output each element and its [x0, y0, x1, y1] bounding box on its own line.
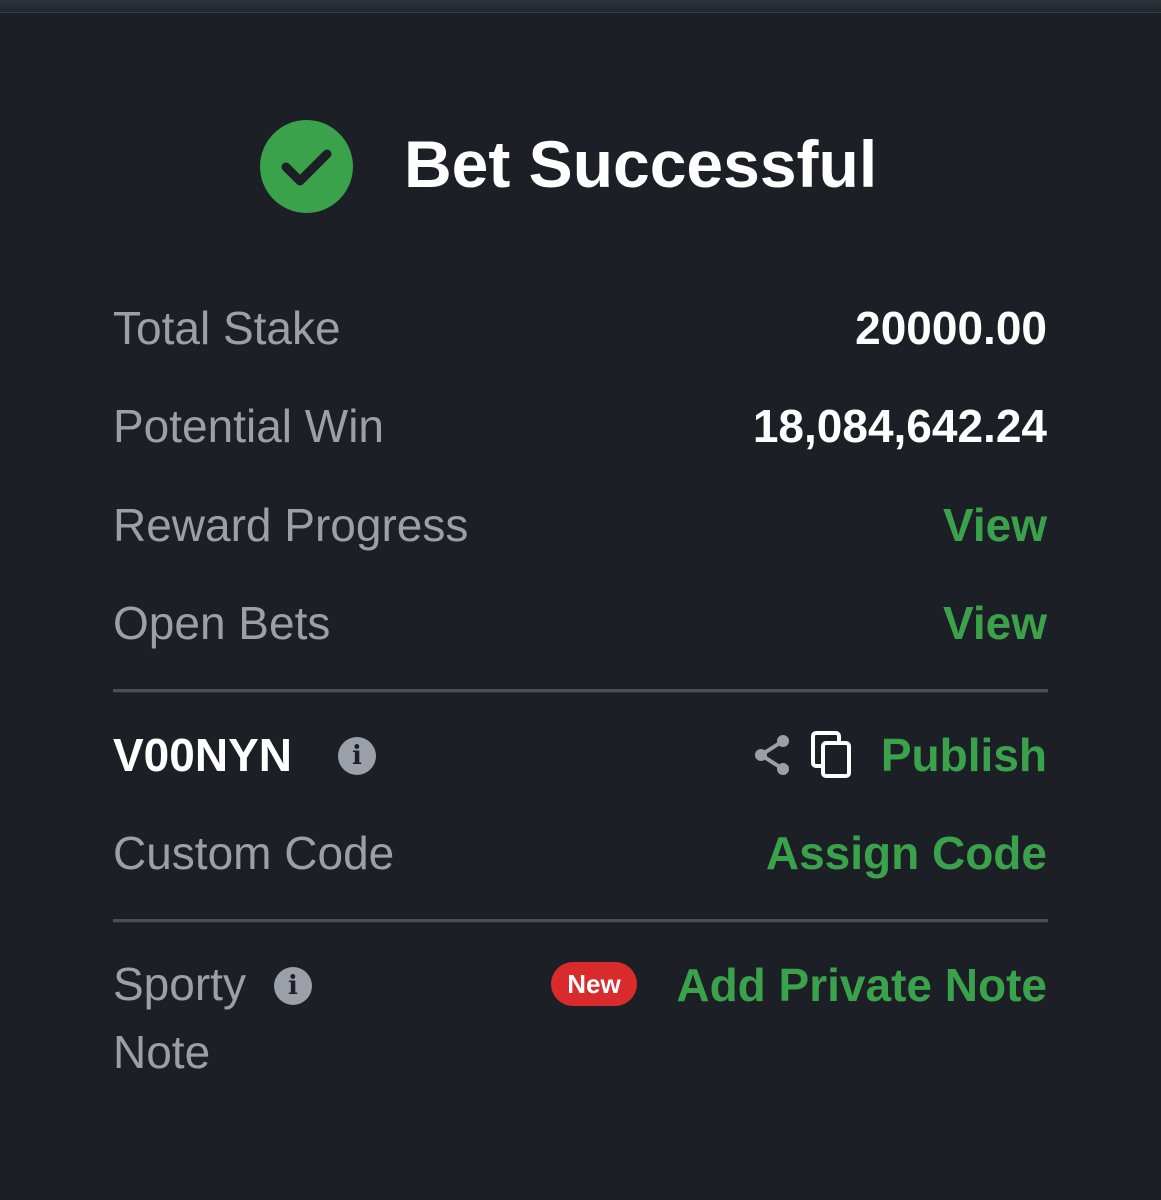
booking-code-row: V00NYN i Publish [113, 725, 1047, 785]
open-bets-row: Open Bets View [113, 593, 1047, 653]
total-stake-row: Total Stake 20000.00 [113, 298, 1047, 358]
sporty-note-row: Sporty Note i New Add Private Note [113, 950, 1047, 1090]
info-icon[interactable]: i [338, 737, 376, 775]
publish-button[interactable]: Publish [881, 725, 1047, 785]
open-bets-view-link[interactable]: View [943, 593, 1047, 653]
custom-code-row: Custom Code Assign Code [113, 823, 1047, 883]
reward-progress-row: Reward Progress View [113, 495, 1047, 555]
page-title: Bet Successful [404, 127, 878, 201]
open-bets-label: Open Bets [113, 597, 331, 649]
potential-win-value: 18,084,642.24 [752, 400, 1047, 452]
potential-win-row: Potential Win 18,084,642.24 [113, 396, 1047, 456]
check-circle-icon [260, 120, 353, 213]
info-icon[interactable]: i [274, 967, 312, 1005]
share-icon[interactable] [752, 732, 792, 783]
top-bar [0, 0, 1161, 13]
bet-success-screen: Bet Successful Total Stake 20000.00 Pote… [0, 0, 1161, 1200]
divider [113, 689, 1048, 692]
booking-code: V00NYN [113, 729, 292, 781]
copy-icon[interactable] [810, 730, 854, 785]
reward-progress-label: Reward Progress [113, 499, 469, 551]
sporty-note-label: Sporty Note [113, 950, 246, 1086]
custom-code-label: Custom Code [113, 827, 395, 879]
sporty-note-label-line2: Note [113, 1026, 211, 1078]
sporty-note-label-line1: Sporty [113, 958, 246, 1010]
new-badge: New [551, 962, 637, 1006]
reward-progress-view-link[interactable]: View [943, 495, 1047, 555]
assign-code-link[interactable]: Assign Code [766, 823, 1047, 883]
divider [113, 919, 1048, 922]
add-private-note-link[interactable]: Add Private Note [676, 955, 1047, 1015]
total-stake-label: Total Stake [113, 302, 341, 354]
header: Bet Successful [0, 116, 1161, 216]
potential-win-label: Potential Win [113, 400, 385, 452]
total-stake-value: 20000.00 [855, 302, 1047, 354]
